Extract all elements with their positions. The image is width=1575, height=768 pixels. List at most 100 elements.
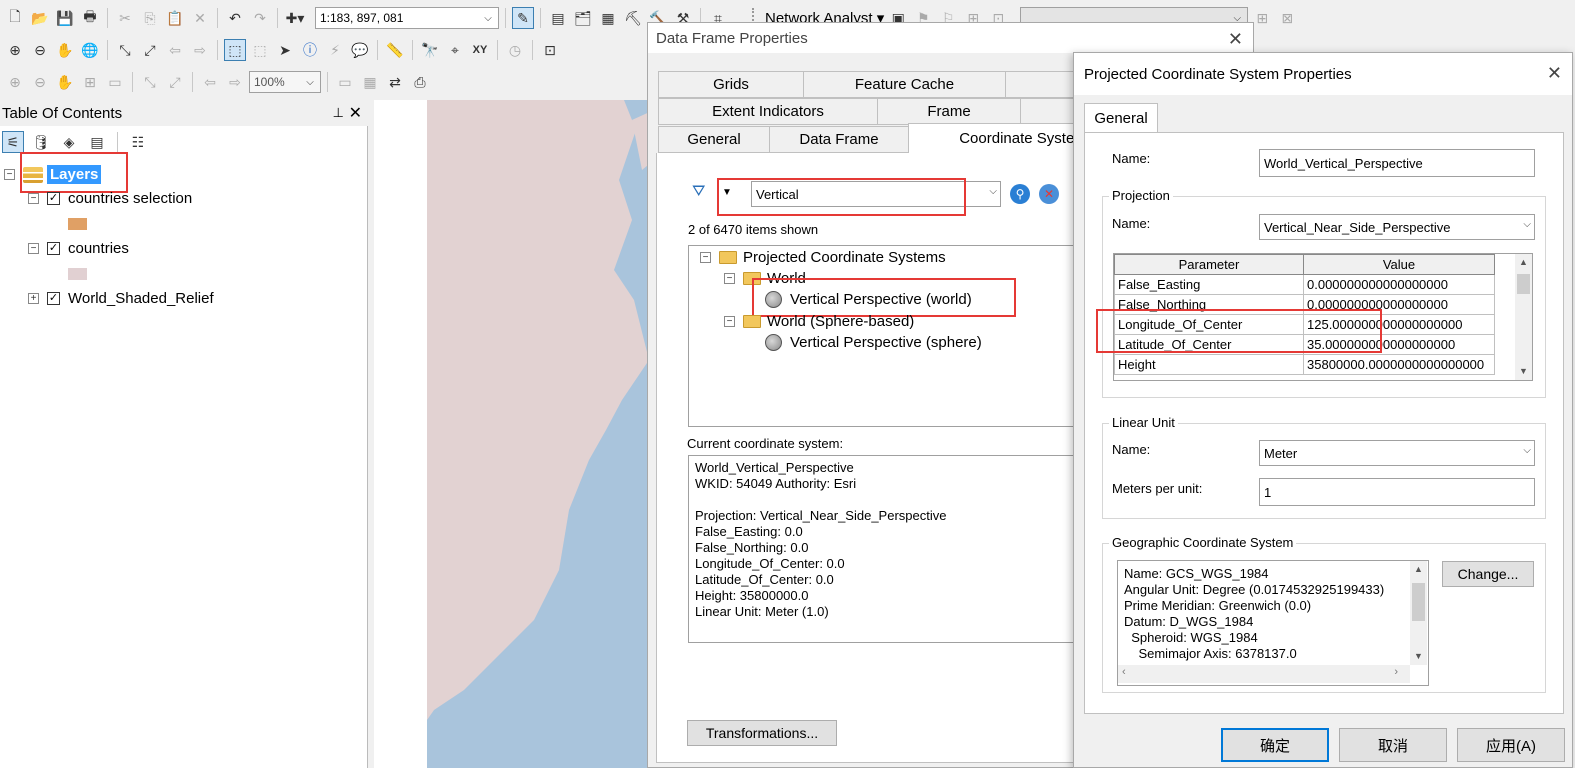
scrollbar-thumb[interactable] (1412, 583, 1425, 621)
scrollbar-thumb[interactable] (1517, 274, 1530, 294)
layer-name[interactable]: countries (68, 240, 129, 257)
hyperlink-icon[interactable]: ⚡ (324, 39, 346, 61)
back-arrow-icon[interactable]: ⇦ (164, 39, 186, 61)
paste-icon[interactable]: 📋 (164, 7, 186, 29)
expand-icon[interactable]: + (28, 293, 39, 304)
param-value[interactable]: 125.000000000000000000 (1303, 314, 1495, 335)
data-driven-pages-icon[interactable]: ⎙ (409, 71, 431, 93)
apply-button[interactable]: 应用(A) (1457, 728, 1565, 762)
tab-data-frame[interactable]: Data Frame (769, 126, 909, 153)
catalog-window-icon[interactable]: 🗂 (572, 7, 594, 29)
toc-layer-countries-selection[interactable]: − ✓ countries selection (28, 190, 192, 207)
tab-grids[interactable]: Grids (658, 71, 804, 98)
network-options-icon[interactable]: ⊠ (1276, 7, 1298, 29)
delete-icon[interactable]: ✕ (189, 7, 211, 29)
go-to-xy-icon[interactable]: XY (469, 39, 491, 61)
change-layout-icon[interactable]: ⇄ (384, 71, 406, 93)
column-header-parameter[interactable]: Parameter (1114, 254, 1304, 275)
fixed-zoom-in-icon[interactable]: ⤡ (114, 39, 136, 61)
layers-data-frame[interactable]: − Layers (4, 165, 102, 184)
layer-symbol-swatch[interactable] (68, 268, 87, 280)
scroll-down-icon[interactable]: ▼ (1410, 648, 1427, 665)
table-row[interactable]: False_Easting 0.000000000000000000 (1114, 274, 1495, 295)
tree-world-sphere-folder[interactable]: − World (Sphere-based) (724, 313, 914, 330)
table-window-icon[interactable]: ▤ (547, 7, 569, 29)
open-folder-icon[interactable]: 📂 (29, 7, 51, 29)
layout-pan-icon[interactable]: ✋ (54, 71, 76, 93)
redo-icon[interactable]: ↷ (249, 7, 271, 29)
close-icon[interactable]: ✕ (1228, 29, 1243, 50)
toc-layer-world-shaded-relief[interactable]: + ✓ World_Shaded_Relief (28, 290, 214, 307)
cancel-button[interactable]: 取消 (1339, 728, 1447, 762)
column-header-value[interactable]: Value (1303, 254, 1495, 275)
add-data-icon[interactable]: ✚▾ (284, 7, 306, 29)
tab-feature-cache[interactable]: Feature Cache (803, 71, 1006, 98)
find-binoculars-icon[interactable]: 🔭 (419, 39, 441, 61)
tab-extent-indicators[interactable]: Extent Indicators (658, 98, 878, 125)
time-slider-icon[interactable]: ◷ (504, 39, 526, 61)
change-gcs-button[interactable]: Change... (1442, 561, 1534, 587)
toolbox-icon[interactable]: ⛏ (622, 7, 644, 29)
filter-icon[interactable]: ⛛ (692, 183, 705, 201)
gcs-vertical-scrollbar[interactable]: ▲ ▼ (1410, 561, 1427, 665)
scroll-left-icon[interactable]: ‹ (1122, 666, 1126, 678)
html-popup-icon[interactable]: 💬 (349, 39, 371, 61)
tree-vertical-perspective-world[interactable]: Vertical Perspective (world) (765, 291, 972, 308)
tree-vertical-perspective-sphere[interactable]: Vertical Perspective (sphere) (765, 334, 982, 351)
select-features-icon[interactable]: ⬚ (224, 39, 246, 61)
list-by-drawing-order-icon[interactable]: ⚟ (2, 131, 24, 153)
fixed-zoom-out-icon[interactable]: ⤢ (139, 39, 161, 61)
scroll-up-icon[interactable]: ▲ (1515, 254, 1532, 271)
tree-world-folder[interactable]: − World (724, 270, 806, 287)
list-by-selection-icon[interactable]: ▤ (86, 131, 108, 153)
projection-name-select[interactable]: Vertical_Near_Side_Perspective ⌵ (1259, 214, 1535, 240)
coordinate-system-search-input[interactable]: Vertical ⌵ (751, 181, 1001, 207)
layer-symbol-swatch[interactable] (68, 218, 87, 230)
layout-back-icon[interactable]: ⇦ (199, 71, 221, 93)
layout-fixed-zoom-in-icon[interactable]: ⤡ (139, 71, 161, 93)
layout-forward-icon[interactable]: ⇨ (224, 71, 246, 93)
directions-icon[interactable]: ⊞ (1251, 7, 1273, 29)
table-row[interactable]: Height 35800000.0000000000000000 (1114, 354, 1495, 375)
undo-icon[interactable]: ↶ (224, 7, 246, 29)
clear-search-icon[interactable]: ✕ (1039, 184, 1059, 204)
cut-icon[interactable]: ✂ (114, 7, 136, 29)
table-row[interactable]: False_Northing 0.000000000000000000 (1114, 294, 1495, 315)
save-icon[interactable]: 💾 (54, 7, 76, 29)
search-window-icon[interactable]: ▦ (597, 7, 619, 29)
create-viewer-icon[interactable]: ⊡ (539, 39, 561, 61)
layout-zoom-out-icon[interactable]: ⊖ (29, 71, 51, 93)
parameters-scrollbar[interactable]: ▲ ▼ (1515, 254, 1532, 380)
collapse-icon[interactable]: − (700, 252, 711, 263)
print-icon[interactable]: 🖶 (79, 7, 101, 29)
toc-layer-countries[interactable]: − ✓ countries (28, 240, 129, 257)
param-value[interactable]: 0.000000000000000000 (1303, 274, 1495, 295)
tab-general[interactable]: General (658, 126, 770, 153)
layout-full-page-icon[interactable]: ⊞ (79, 71, 101, 93)
zoom-out-icon[interactable]: ⊖ (29, 39, 51, 61)
clear-selection-icon[interactable]: ⬚ (249, 39, 271, 61)
list-by-source-icon[interactable]: 🛢 (30, 131, 52, 153)
pin-icon[interactable]: ⊥ (333, 105, 344, 121)
zoom-in-icon[interactable]: ⊕ (4, 39, 26, 61)
table-row[interactable]: Longitude_Of_Center 125.00000000000000000… (1114, 314, 1495, 335)
table-row[interactable]: Latitude_Of_Center 35.000000000000000000 (1114, 334, 1495, 355)
list-by-visibility-icon[interactable]: ◈ (58, 131, 80, 153)
pan-hand-icon[interactable]: ✋ (54, 39, 76, 61)
collapse-icon[interactable]: − (4, 169, 15, 180)
find-route-icon[interactable]: ⌖ (444, 39, 466, 61)
scroll-up-icon[interactable]: ▲ (1410, 561, 1427, 578)
new-document-icon[interactable]: 🗋 (4, 7, 26, 29)
identify-icon[interactable]: ⓘ (299, 39, 321, 61)
toggle-draft-icon[interactable]: ▭ (334, 71, 356, 93)
tab-general[interactable]: General (1084, 103, 1158, 133)
toc-options-icon[interactable]: ☷ (127, 131, 149, 153)
tree-projected-coordinate-systems[interactable]: − Projected Coordinate Systems (700, 249, 946, 266)
gcs-horizontal-scrollbar[interactable]: ‹ › (1118, 665, 1410, 683)
layout-zoom-in-icon[interactable]: ⊕ (4, 71, 26, 93)
param-value[interactable]: 0.000000000000000000 (1303, 294, 1495, 315)
close-icon[interactable]: ✕ (349, 103, 362, 123)
pcs-name-input[interactable]: World_Vertical_Perspective (1259, 149, 1535, 177)
map-view[interactable] (374, 100, 654, 768)
tab-frame[interactable]: Frame (877, 98, 1021, 125)
